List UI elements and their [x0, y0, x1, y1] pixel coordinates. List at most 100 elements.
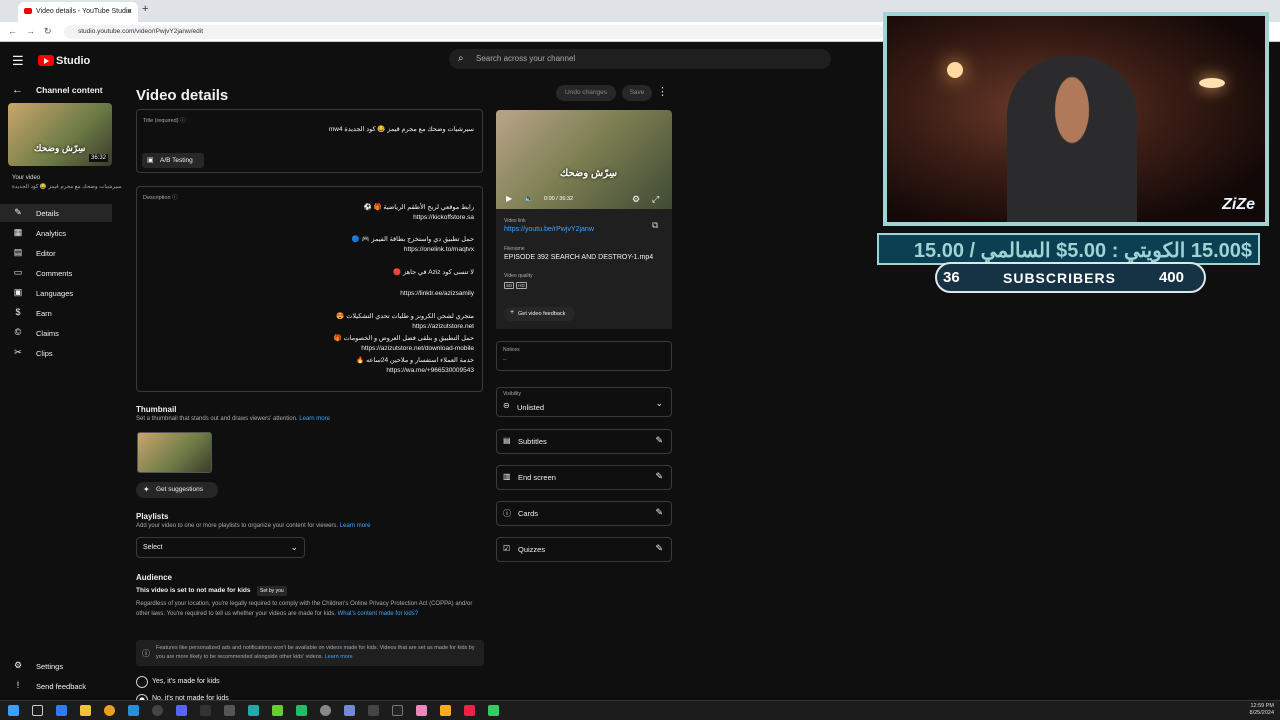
- app-icon[interactable]: [416, 705, 427, 716]
- pencil-icon[interactable]: ✎: [655, 471, 663, 482]
- back-arrow-icon[interactable]: ←: [12, 84, 23, 96]
- languages-icon: ▣: [13, 287, 23, 297]
- sidebar-item-claims[interactable]: © Claims: [0, 324, 112, 342]
- search-input[interactable]: ⌕ Search across your channel: [449, 49, 831, 69]
- page-title: Video details: [136, 87, 229, 104]
- app-icon[interactable]: [320, 705, 331, 716]
- learn-more-link[interactable]: Learn more: [325, 654, 353, 660]
- ab-testing-button[interactable]: ▣ A/B Testing: [142, 153, 204, 168]
- visibility-select[interactable]: Visibility ⊝ Unlisted ⌄: [496, 387, 672, 417]
- system-clock[interactable]: 12:59 PM 8/25/2024: [1250, 703, 1274, 717]
- chrome-icon[interactable]: [104, 705, 115, 716]
- search-icon[interactable]: [32, 705, 43, 716]
- undo-changes-button[interactable]: Undo changes: [556, 85, 616, 101]
- url-field[interactable]: studio.youtube.com/video/rPwjvY2janw/edi…: [64, 25, 884, 39]
- get-suggestions-button[interactable]: ✦ Get suggestions: [136, 482, 218, 498]
- app-icon[interactable]: [488, 705, 499, 716]
- description-field[interactable]: Description ⓘ رابط موقعي لربح الأطقم الر…: [136, 186, 483, 392]
- plus-icon: +: [510, 309, 515, 316]
- pencil-icon[interactable]: ✎: [655, 435, 663, 446]
- learn-more-link[interactable]: Learn more: [299, 416, 330, 422]
- save-button[interactable]: Save: [622, 85, 652, 101]
- sidebar-item-languages[interactable]: ▣ Languages: [0, 284, 112, 302]
- pencil-icon[interactable]: ✎: [655, 507, 663, 518]
- app-icon[interactable]: [56, 705, 67, 716]
- description-line[interactable]: https://linktr.ee/azizsamily: [400, 290, 474, 297]
- description-line[interactable]: https://kickoffstore.sa: [413, 214, 474, 221]
- description-line[interactable]: https://wa.me/+966530009543: [386, 367, 474, 374]
- chevron-down-icon: ⌄: [290, 542, 298, 552]
- end-screen-row[interactable]: ▥ End screen ✎: [496, 465, 672, 490]
- learn-more-link[interactable]: Learn more: [340, 523, 371, 529]
- sidebar-item-send-feedback[interactable]: ! Send feedback: [0, 677, 112, 695]
- close-tab-icon[interactable]: ×: [127, 6, 132, 16]
- excel-icon[interactable]: [296, 705, 307, 716]
- sidebar-item-analytics[interactable]: ▦ Analytics: [0, 224, 112, 242]
- folder-icon[interactable]: [80, 705, 91, 716]
- reload-icon[interactable]: ↻: [44, 26, 52, 37]
- cards-row[interactable]: ⓘ Cards ✎: [496, 501, 672, 526]
- audience-text: Regardless of your location, you're lega…: [136, 601, 473, 617]
- back-arrow-icon[interactable]: ←: [8, 26, 17, 36]
- more-options-icon[interactable]: ⋮: [657, 85, 668, 98]
- windows-start-icon[interactable]: [8, 705, 19, 716]
- ab-testing-icon: ▣: [147, 157, 154, 164]
- app-icon[interactable]: [224, 705, 235, 716]
- app-icon[interactable]: [272, 705, 283, 716]
- sidebar-item-details[interactable]: ✎ Details: [0, 204, 112, 222]
- copy-icon[interactable]: ⧉: [652, 220, 658, 231]
- sidebar-item-clips[interactable]: ✂ Clips: [0, 344, 112, 362]
- video-link[interactable]: https://youtu.be/rPwjvY2janw: [504, 226, 594, 233]
- quizzes-row[interactable]: ☑ Quizzes ✎: [496, 537, 672, 562]
- sidebar-item-label: Settings: [36, 662, 64, 671]
- volume-icon[interactable]: 🔈: [524, 194, 534, 203]
- description-line[interactable]: https://azizutstore.net/download-mobile: [361, 345, 474, 352]
- pencil-icon[interactable]: ✎: [655, 543, 663, 554]
- lamp-light: [947, 62, 963, 78]
- title-value[interactable]: سيرشيات وضحك مع مجرم قيمز 😂 كود الجديدة …: [329, 125, 474, 133]
- studio-logo[interactable]: Studio: [38, 52, 90, 70]
- sidebar-item-label: Comments: [36, 269, 73, 278]
- made-for-kids-yes-radio[interactable]: [136, 676, 148, 688]
- channel-content-link[interactable]: Channel content: [36, 85, 103, 95]
- app-icon[interactable]: [440, 705, 451, 716]
- playlist-select[interactable]: Select ⌄: [136, 537, 305, 558]
- app-icon[interactable]: [128, 705, 139, 716]
- app-icon[interactable]: [368, 705, 379, 716]
- forward-arrow-icon[interactable]: →: [26, 26, 35, 36]
- duration-badge: 36:32: [88, 154, 108, 162]
- discord-icon[interactable]: [176, 705, 187, 716]
- sidebar-item-comments[interactable]: ▭ Comments: [0, 264, 112, 282]
- url-text: studio.youtube.com/video/rPwjvY2janw/edi…: [78, 28, 204, 35]
- app-icon[interactable]: [392, 705, 403, 716]
- new-tab-icon[interactable]: +: [142, 3, 148, 15]
- app-icon[interactable]: [464, 705, 475, 716]
- app-icon[interactable]: [248, 705, 259, 716]
- sidebar-item-label: Send feedback: [36, 682, 87, 691]
- title-field-label: Title (required) ⓘ: [143, 118, 186, 124]
- your-video-title: سيرشيات وضحك مع مجرم قيمز 😂 كود الجديدة: [12, 184, 122, 190]
- made-for-kids-yes-label[interactable]: Yes, it's made for kids: [152, 678, 220, 685]
- description-line[interactable]: https://azizutstore.net: [412, 323, 474, 330]
- app-icon[interactable]: [200, 705, 211, 716]
- browser-tab[interactable]: Video details - YouTube Studio ×: [18, 2, 138, 22]
- subtitles-row[interactable]: ▤ Subtitles ✎: [496, 429, 672, 454]
- thumbnail-image[interactable]: [137, 432, 212, 473]
- taskbar: 12:59 PM 8/25/2024: [0, 700, 1280, 720]
- menu-icon[interactable]: ☰: [12, 53, 24, 69]
- description-line[interactable]: https://onelink.to/maqtvx: [404, 246, 474, 253]
- video-thumbnail[interactable]: سِرّش وضحك 36:32: [8, 103, 112, 166]
- play-icon[interactable]: ▶: [506, 194, 512, 203]
- video-player[interactable]: سِرّش وضحك ▶ 🔈 0:00 / 36:32 ⚙ ⤢: [496, 110, 672, 209]
- webcam-overlay: ZiZe: [883, 12, 1269, 226]
- gear-icon[interactable]: ⚙: [632, 194, 640, 205]
- sidebar-item-editor[interactable]: ▤ Editor: [0, 244, 112, 262]
- whats-content-link[interactable]: What's content made for kids?: [338, 611, 419, 617]
- get-video-feedback-button[interactable]: + Get video feedback: [504, 307, 575, 321]
- app-icon[interactable]: [344, 705, 355, 716]
- app-icon[interactable]: [152, 705, 163, 716]
- fullscreen-icon[interactable]: ⤢: [652, 194, 659, 205]
- sidebar-item-settings[interactable]: ⚙ Settings: [0, 657, 112, 675]
- sidebar-item-earn[interactable]: $ Earn: [0, 304, 112, 322]
- sparkle-icon: ✦: [143, 485, 150, 494]
